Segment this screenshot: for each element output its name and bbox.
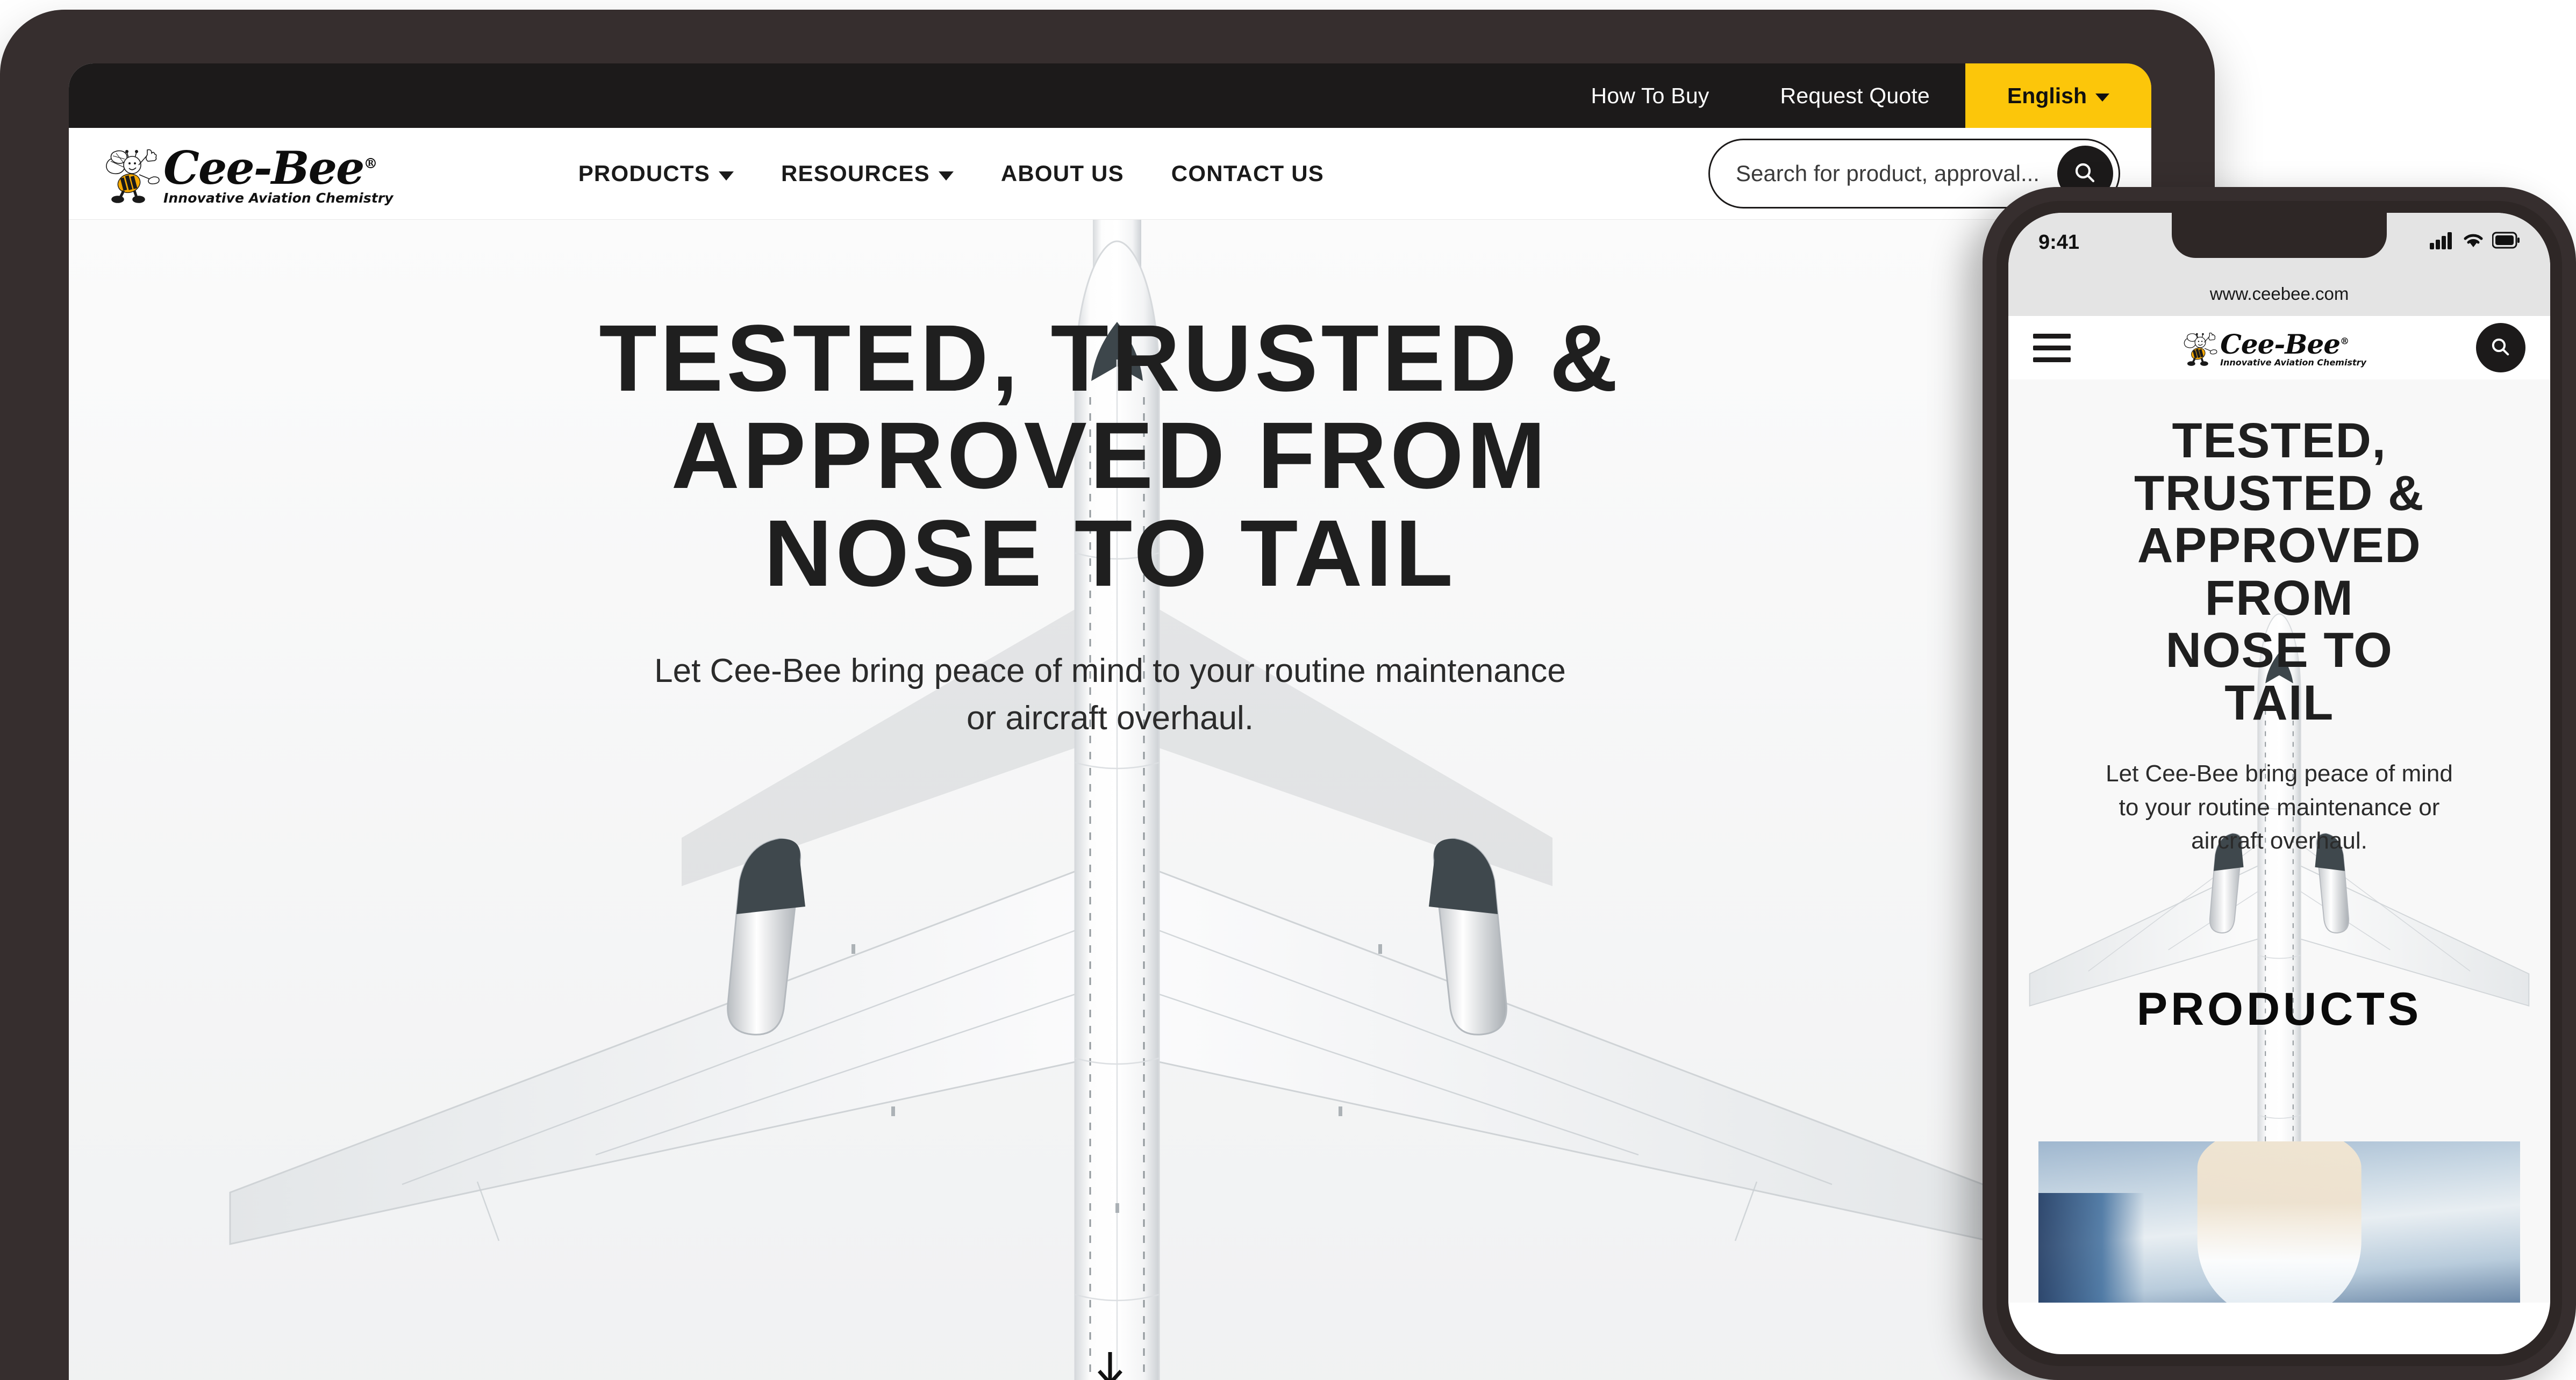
search-icon [2492, 338, 2509, 356]
mobile-hero-subheading: Let Cee-Bee bring peace of mind to your … [2043, 757, 2516, 858]
desktop-website-screen: How To Buy Request Quote English Cee-Bee… [69, 63, 2151, 1380]
mobile-search-button[interactable] [2476, 323, 2525, 372]
nav-label-about-us: ABOUT US [1000, 161, 1124, 186]
nav-item-products[interactable]: PRODUCTS [555, 161, 757, 186]
registered-mark: ® [363, 156, 378, 172]
mobile-hero-subheading-line-1: Let Cee-Bee bring peace of mind [2106, 760, 2453, 787]
bee-mascot-icon [106, 149, 160, 203]
arrow-down-icon [1098, 1352, 1122, 1380]
nav-label-resources: RESOURCES [781, 161, 930, 186]
site-logo[interactable]: Cee-Bee® Innovative Aviation Chemistry [100, 141, 393, 206]
chevron-down-icon [938, 171, 954, 181]
chevron-down-icon [719, 171, 734, 181]
nav-item-contact-us[interactable]: CONTACT US [1148, 161, 1348, 186]
mobile-logo-wordmark: Cee-Bee® [2220, 328, 2349, 360]
mobile-hero-heading-line-5: NOSE TO [2165, 623, 2393, 678]
hero-subheading-line-1: Let Cee-Bee bring peace of mind to your … [654, 652, 1566, 689]
mobile-hero-heading-line-6: TAIL [2224, 675, 2334, 730]
status-icons-group [2430, 231, 2520, 249]
hero-subheading: Let Cee-Bee bring peace of mind to your … [556, 648, 1664, 742]
language-label: English [2007, 83, 2087, 108]
language-selector-button[interactable]: English [1965, 63, 2151, 128]
request-quote-link[interactable]: Request Quote [1745, 63, 1965, 128]
tablet-device-frame: How To Buy Request Quote English Cee-Bee… [0, 10, 2215, 1380]
mobile-logo-tagline: Innovative Aviation Chemistry [2220, 357, 2366, 368]
hero-subheading-line-2: or aircraft overhaul. [966, 699, 1254, 737]
mobile-hero-subheading-line-3: aircraft overhaul. [2191, 828, 2367, 854]
hero-copy: TESTED, TRUSTED & APPROVED FROM NOSE TO … [69, 220, 2151, 742]
nav-item-about-us[interactable]: ABOUT US [977, 161, 1148, 186]
hero-heading-line-3: NOSE TO TAIL [764, 500, 1456, 606]
mobile-hero-heading-line-2: TRUSTED & [2134, 465, 2424, 521]
hero-heading-line-2: APPROVED FROM [671, 403, 1549, 509]
scroll-down-button[interactable] [1098, 1350, 1122, 1380]
mobile-hero-heading-line-4: FROM [2205, 570, 2354, 626]
nav-label-products: PRODUCTS [578, 161, 710, 186]
mobile-hero-heading: TESTED, TRUSTED & APPROVED FROM NOSE TO … [2030, 413, 2529, 730]
battery-icon [2492, 232, 2520, 249]
wifi-icon [2464, 234, 2483, 247]
cellular-signal-icon [2430, 232, 2452, 249]
search-input[interactable]: Search for product, approval... [1710, 161, 2040, 186]
mobile-product-card-image[interactable] [2038, 1141, 2520, 1303]
mobile-website-screen: 9:41 www.ceebee.com Cee-Bee® Innovative … [2008, 213, 2550, 1354]
hero-heading-line-1: TESTED, TRUSTED & [599, 306, 1621, 411]
mobile-products-section-title: PRODUCTS [2136, 983, 2422, 1035]
mobile-hero-heading-line-3: APPROVED [2137, 518, 2422, 573]
main-navigation: PRODUCTS RESOURCES ABOUT US CONTACT US [555, 161, 1348, 186]
site-header: Cee-Bee® Innovative Aviation Chemistry P… [69, 128, 2151, 220]
mobile-hero-section: TESTED, TRUSTED & APPROVED FROM NOSE TO … [2008, 379, 2550, 1303]
phone-notch [2172, 213, 2387, 258]
mobile-hero-heading-line-1: TESTED, [2172, 413, 2387, 468]
search-icon [2075, 163, 2095, 183]
request-quote-label: Request Quote [1780, 83, 1930, 108]
nav-item-resources[interactable]: RESOURCES [757, 161, 977, 186]
nav-label-contact-us: CONTACT US [1171, 161, 1324, 186]
hero-heading: TESTED, TRUSTED & APPROVED FROM NOSE TO … [331, 310, 1890, 602]
how-to-buy-label: How To Buy [1591, 83, 1709, 108]
registered-mark: ® [2340, 336, 2349, 347]
mobile-url-text: www.ceebee.com [2209, 284, 2349, 304]
utility-topbar: How To Buy Request Quote English [69, 63, 2151, 128]
how-to-buy-link[interactable]: How To Buy [1556, 63, 1745, 128]
logo-wordmark: Cee-Bee® [163, 141, 378, 195]
mobile-hero-subheading-line-2: to your routine maintenance or [2119, 794, 2440, 821]
chevron-down-icon [2095, 93, 2109, 102]
bee-mascot-icon [2184, 333, 2217, 366]
mobile-hero-copy: TESTED, TRUSTED & APPROVED FROM NOSE TO … [2008, 379, 2550, 858]
desktop-hero-section: TESTED, TRUSTED & APPROVED FROM NOSE TO … [69, 220, 2151, 1380]
